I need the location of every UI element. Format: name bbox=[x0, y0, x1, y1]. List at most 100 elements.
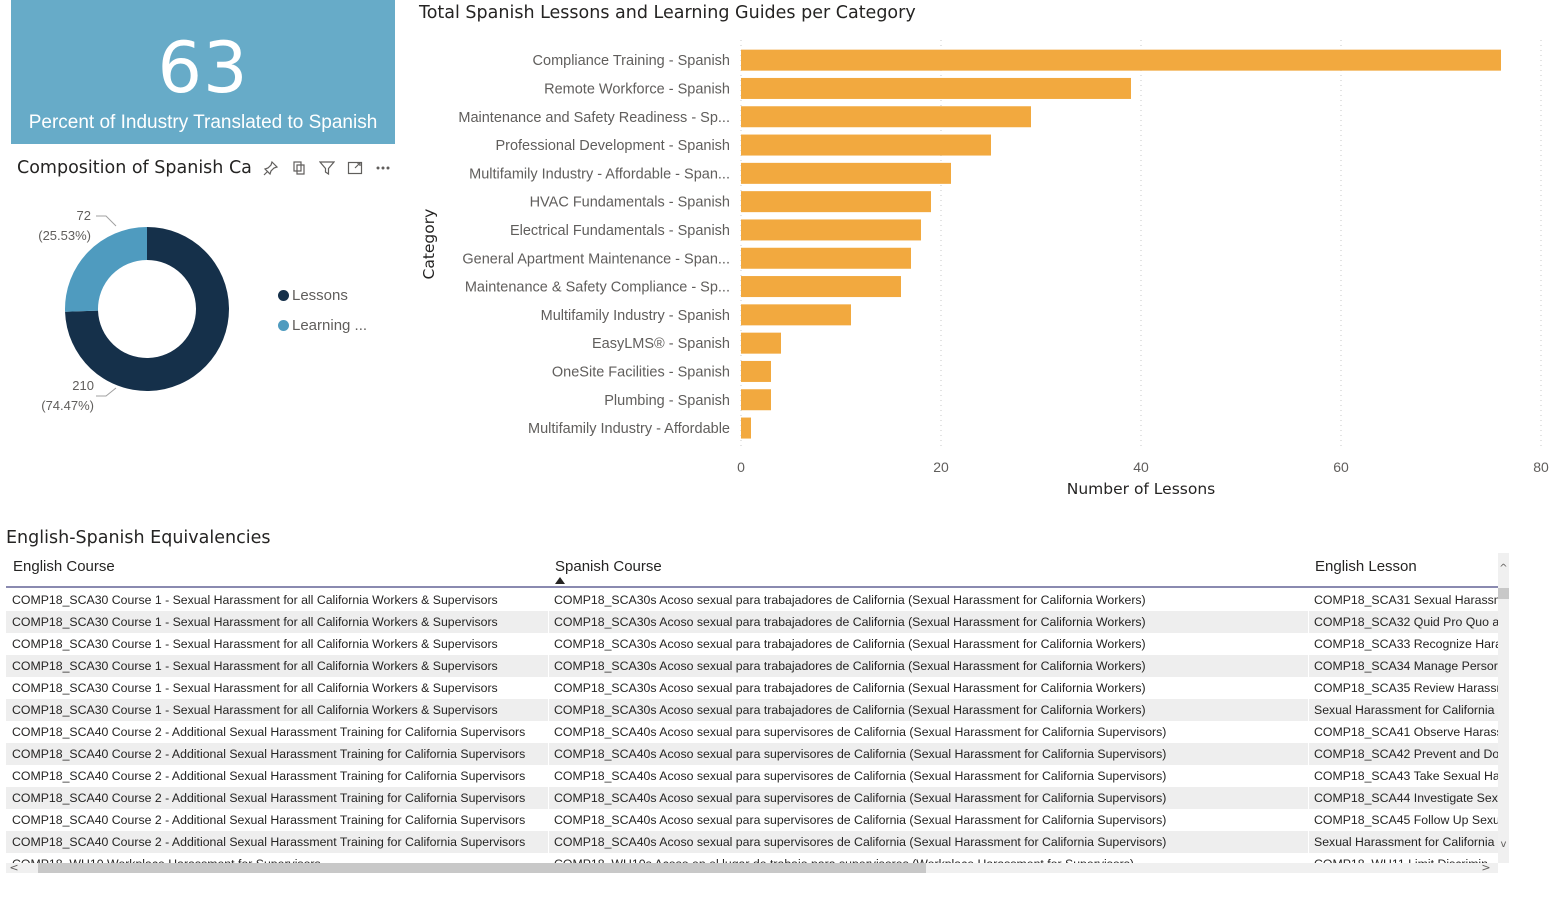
scroll-up-icon[interactable]: ^ bbox=[1498, 562, 1509, 576]
vertical-scrollbar[interactable]: ^ v bbox=[1498, 553, 1509, 863]
x-tick-label: 80 bbox=[1533, 459, 1549, 475]
filter-icon[interactable] bbox=[317, 158, 337, 178]
bar[interactable] bbox=[741, 134, 991, 156]
bar-chart-title: Total Spanish Lessons and Learning Guide… bbox=[419, 3, 916, 23]
bar[interactable] bbox=[741, 191, 931, 213]
bar[interactable] bbox=[741, 417, 751, 439]
category-label: Remote Workforce - Spanish bbox=[544, 81, 730, 97]
column-header-spanish-course[interactable]: Spanish Course bbox=[555, 558, 662, 584]
category-label: Compliance Training - Spanish bbox=[533, 53, 730, 69]
category-label: Maintenance and Safety Readiness - Sp... bbox=[458, 110, 730, 126]
cell-english-course: COMP18_SCA30 Course 1 - Sexual Harassmen… bbox=[12, 593, 498, 607]
cell-english-lesson: COMP18_SCA35 Review Harassn bbox=[1314, 681, 1498, 695]
bar[interactable] bbox=[741, 219, 921, 241]
cell-english-lesson: COMP18_SCA41 Observe Harass bbox=[1314, 725, 1498, 739]
horizontal-scrollbar[interactable]: < > bbox=[6, 861, 1498, 873]
donut-visual-header: Composition of Spanish Ca bbox=[17, 156, 395, 182]
cell-english-lesson: COMP18_SCA32 Quid Pro Quo a bbox=[1314, 615, 1498, 629]
pin-icon[interactable] bbox=[261, 158, 281, 178]
horizontal-scrollbar-thumb[interactable] bbox=[38, 863, 926, 873]
table-row[interactable]: COMP18_SCA40 Course 2 - Additional Sexua… bbox=[6, 743, 1498, 765]
bar[interactable] bbox=[741, 77, 1131, 99]
cell-english-lesson: COMP18_SCA44 Investigate Sex bbox=[1314, 791, 1498, 805]
bar[interactable] bbox=[741, 49, 1501, 71]
scroll-down-icon[interactable]: v bbox=[1498, 838, 1509, 852]
bar[interactable] bbox=[741, 332, 781, 354]
table-row[interactable]: COMP18_SCA40 Course 2 - Additional Sexua… bbox=[6, 787, 1498, 809]
category-label: Electrical Fundamentals - Spanish bbox=[510, 223, 730, 239]
bar-chart-gridlines bbox=[740, 40, 1542, 447]
legend-item-lessons[interactable]: Lessons bbox=[278, 286, 367, 304]
column-header-english-course[interactable]: English Course bbox=[13, 558, 115, 575]
category-label: General Apartment Maintenance - Span... bbox=[462, 251, 730, 267]
table-row[interactable]: COMP18_SCA40 Course 2 - Additional Sexua… bbox=[6, 809, 1498, 831]
bar[interactable] bbox=[741, 304, 851, 326]
cell-english-course: COMP18_SCA40 Course 2 - Additional Sexua… bbox=[12, 791, 526, 805]
bar[interactable] bbox=[741, 389, 771, 411]
bar-chart: Compliance Training - Spanish Remote Work… bbox=[420, 40, 1549, 498]
cell-english-course: COMP18_SCA40 Course 2 - Additional Sexua… bbox=[12, 835, 526, 849]
table-row[interactable]: COMP18_SCA40 Course 2 - Additional Sexua… bbox=[6, 831, 1498, 853]
cell-english-course: COMP18_WH10 Workplace Harassment for Sup… bbox=[12, 853, 548, 863]
category-label: Professional Development - Spanish bbox=[495, 138, 730, 154]
table-row[interactable]: COMP18_SCA30 Course 1 - Sexual Harassmen… bbox=[6, 677, 1498, 699]
cell-english-lesson: COMP18_SCA31 Sexual Harassm bbox=[1314, 593, 1498, 607]
cell-spanish-course: COMP18_SCA40s Acoso sexual para supervis… bbox=[554, 725, 1167, 739]
table-header: English Course Spanish Course English Le… bbox=[6, 553, 1498, 588]
column-divider bbox=[548, 699, 549, 721]
legend-item-learning-guides[interactable]: Learning ... bbox=[278, 316, 367, 334]
table-row[interactable]: COMP18_SCA40 Course 2 - Additional Sexua… bbox=[6, 721, 1498, 743]
column-divider bbox=[548, 809, 549, 831]
cell-english-course: COMP18_SCA40 Course 2 - Additional Sexua… bbox=[12, 813, 526, 827]
table-row[interactable]: COMP18_SCA40 Course 2 - Additional Sexua… bbox=[6, 765, 1498, 787]
kpi-label: Percent of Industry Translated to Spanis… bbox=[28, 112, 378, 133]
table-row[interactable]: COMP18_SCA30 Course 1 - Sexual Harassmen… bbox=[6, 589, 1498, 611]
bar[interactable] bbox=[741, 162, 951, 184]
column-divider bbox=[1308, 787, 1309, 809]
table-body: COMP18_SCA30 Course 1 - Sexual Harassmen… bbox=[6, 589, 1498, 863]
bar[interactable] bbox=[741, 276, 901, 298]
donut-slices bbox=[65, 227, 230, 391]
cell-english-lesson: COMP18_SCA42 Prevent and Do bbox=[1314, 747, 1498, 761]
cell-spanish-course: COMP18_SCA40s Acoso sexual para supervis… bbox=[554, 791, 1167, 805]
column-divider bbox=[548, 721, 549, 743]
equivalencies-table: English Course Spanish Course English Le… bbox=[6, 553, 1509, 873]
x-axis-title: Number of Lessons bbox=[1067, 480, 1216, 498]
column-header-english-lesson[interactable]: English Lesson bbox=[1315, 558, 1417, 575]
x-tick-label: 0 bbox=[737, 459, 745, 475]
cell-english-lesson: Sexual Harassment for California bbox=[1314, 835, 1495, 849]
kpi-value: 63 bbox=[157, 27, 249, 109]
cell-spanish-course: COMP18_SCA40s Acoso sexual para supervis… bbox=[554, 813, 1167, 827]
cell-spanish-course: COMP18_WH10s Acoso en el lugar de trabaj… bbox=[554, 853, 1306, 863]
column-divider bbox=[548, 589, 549, 611]
cell-spanish-course: COMP18_SCA30s Acoso sexual para trabajad… bbox=[554, 593, 1146, 607]
cell-english-course: COMP18_SCA40 Course 2 - Additional Sexua… bbox=[12, 769, 526, 783]
bar-chart-category-labels: Compliance Training - Spanish Remote Work… bbox=[458, 53, 730, 437]
scroll-right-icon[interactable]: > bbox=[1480, 861, 1492, 873]
bar[interactable] bbox=[741, 106, 1031, 128]
donut-data-label-percent: (74.47%) bbox=[41, 398, 94, 413]
table-row[interactable]: COMP18_WH10 Workplace Harassment for Sup… bbox=[6, 853, 1498, 863]
category-label: OneSite Facilities - Spanish bbox=[552, 364, 730, 380]
column-divider bbox=[548, 765, 549, 787]
scroll-left-icon[interactable]: < bbox=[8, 861, 20, 873]
table-row[interactable]: COMP18_SCA30 Course 1 - Sexual Harassmen… bbox=[6, 655, 1498, 677]
table-row[interactable]: COMP18_SCA30 Course 1 - Sexual Harassmen… bbox=[6, 611, 1498, 633]
bar[interactable] bbox=[741, 247, 911, 269]
table-row[interactable]: COMP18_SCA30 Course 1 - Sexual Harassmen… bbox=[6, 633, 1498, 655]
column-divider bbox=[548, 743, 549, 765]
cell-english-lesson: COMP18_SCA34 Manage Persor bbox=[1314, 659, 1498, 673]
column-divider bbox=[1308, 655, 1309, 677]
vertical-scrollbar-thumb[interactable] bbox=[1498, 588, 1509, 599]
cell-spanish-course: COMP18_SCA40s Acoso sexual para supervis… bbox=[554, 835, 1167, 849]
visual-header-icons bbox=[261, 158, 393, 178]
more-options-icon[interactable] bbox=[373, 158, 393, 178]
category-label: Maintenance & Safety Compliance - Sp... bbox=[465, 280, 730, 296]
category-label: HVAC Fundamentals - Spanish bbox=[530, 195, 730, 211]
copy-icon[interactable] bbox=[289, 158, 309, 178]
cell-english-course: COMP18_SCA30 Course 1 - Sexual Harassmen… bbox=[12, 681, 498, 695]
table-row[interactable]: COMP18_SCA30 Course 1 - Sexual Harassmen… bbox=[6, 699, 1498, 721]
focus-mode-icon[interactable] bbox=[345, 158, 365, 178]
bar[interactable] bbox=[741, 360, 771, 382]
x-tick-label: 40 bbox=[1133, 459, 1149, 475]
